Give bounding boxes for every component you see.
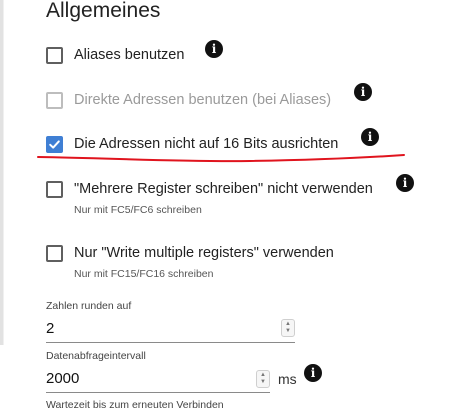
- only-write-multiple-helper: Nur mit FC15/FC16 schreiben: [74, 268, 214, 280]
- no-16bit-align-checkbox[interactable]: [46, 135, 63, 153]
- direct-addresses-checkbox: [46, 91, 63, 109]
- chevron-up-icon[interactable]: ▲: [260, 372, 266, 379]
- only-write-multiple-label: Nur "Write multiple registers" verwenden: [74, 245, 334, 261]
- poll-interval-label: Datenabfrageintervall: [46, 350, 146, 362]
- chevron-down-icon[interactable]: ▼: [260, 379, 266, 386]
- option-no-16bit-align[interactable]: Die Adressen nicht auf 16 Bits ausrichte…: [46, 132, 338, 156]
- round-stepper[interactable]: ▲ ▼: [281, 319, 295, 337]
- chevron-down-icon[interactable]: ▼: [285, 328, 291, 335]
- reconnect-label: Wartezeit bis zum erneuten Verbinden: [46, 399, 224, 411]
- poll-interval-stepper[interactable]: ▲ ▼: [256, 370, 270, 388]
- direct-addresses-label: Direkte Adressen benutzen (bei Aliases): [74, 92, 332, 108]
- round-label: Zahlen runden auf: [46, 300, 132, 312]
- info-icon[interactable]: i: [361, 128, 379, 146]
- info-icon[interactable]: i: [396, 174, 414, 192]
- panel-edge-shadow: [3, 0, 4, 345]
- no-16bit-align-label: Die Adressen nicht auf 16 Bits ausrichte…: [74, 136, 339, 152]
- aliases-label: Aliases benutzen: [74, 47, 185, 63]
- no-multi-register-write-label: "Mehrere Register schreiben" nicht verwe…: [74, 181, 373, 197]
- info-icon[interactable]: i: [354, 83, 372, 101]
- poll-interval-input[interactable]: 2000 ▲ ▼: [46, 366, 270, 393]
- only-write-multiple-checkbox[interactable]: [46, 244, 63, 262]
- option-direct-addresses: Direkte Adressen benutzen (bei Aliases): [46, 88, 331, 112]
- aliases-checkbox[interactable]: [46, 46, 63, 64]
- option-only-write-multiple[interactable]: Nur "Write multiple registers" verwenden: [46, 241, 334, 265]
- info-icon[interactable]: i: [205, 40, 223, 58]
- option-aliases[interactable]: Aliases benutzen: [46, 43, 184, 67]
- round-input[interactable]: 2 ▲ ▼: [46, 316, 295, 343]
- round-value: 2: [46, 320, 55, 337]
- chevron-up-icon[interactable]: ▲: [285, 321, 291, 328]
- poll-interval-unit: ms: [278, 371, 297, 387]
- check-icon: [49, 139, 60, 149]
- section-title: Allgemeines: [46, 0, 161, 22]
- no-multi-register-write-checkbox[interactable]: [46, 180, 63, 198]
- option-no-multi-register-write[interactable]: "Mehrere Register schreiben" nicht verwe…: [46, 177, 373, 201]
- info-icon[interactable]: i: [304, 364, 322, 382]
- poll-interval-value: 2000: [46, 370, 80, 387]
- no-multi-register-write-helper: Nur mit FC5/FC6 schreiben: [74, 204, 202, 216]
